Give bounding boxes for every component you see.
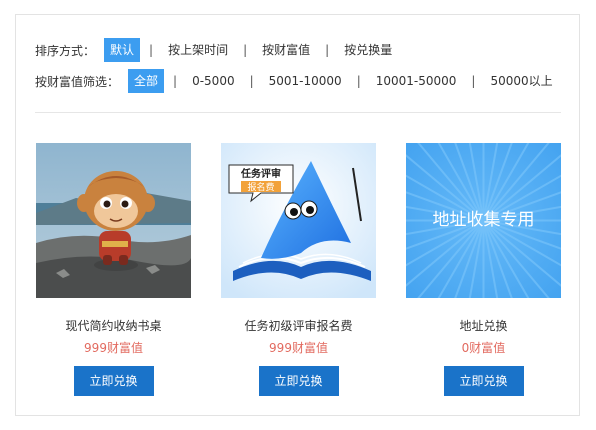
product-card: 现代简约收纳书桌 999财富值 立即兑换: [36, 143, 191, 396]
sort-option-wealth[interactable]: 按财富值: [256, 38, 316, 62]
filter-option-0-5000[interactable]: 0-5000: [186, 69, 241, 93]
separator: |: [173, 74, 178, 88]
product-name[interactable]: 地址兑换: [406, 319, 561, 333]
separator: |: [243, 43, 248, 57]
separator: |: [149, 43, 154, 57]
redeem-button[interactable]: 立即兑换: [73, 366, 154, 396]
product-name[interactable]: 任务初级评审报名费: [221, 319, 376, 333]
product-price: 999财富值: [84, 341, 143, 355]
sort-bar: 排序方式： 默认 | 按上架时间 | 按财富值 | 按兑换量: [35, 38, 398, 62]
sort-option-redeem-count[interactable]: 按兑换量: [338, 38, 398, 62]
separator: |: [356, 74, 361, 88]
product-price: 999财富值: [269, 341, 328, 355]
product-name[interactable]: 现代简约收纳书桌: [36, 319, 191, 333]
product-card: 任务评审 报名费 任务初级评审报名费 999财富值 立即兑换: [221, 143, 376, 396]
filter-option-5001-10000[interactable]: 5001-10000: [263, 69, 348, 93]
product-image-address[interactable]: 地址收集专用: [406, 143, 561, 298]
image-caption: 报名费: [247, 181, 274, 193]
sort-option-default[interactable]: 默认: [104, 38, 141, 62]
filter-option-50000-plus[interactable]: 50000以上: [484, 69, 558, 93]
exchange-panel: 排序方式： 默认 | 按上架时间 | 按财富值 | 按兑换量 按财富值筛选： 全…: [15, 14, 580, 416]
redeem-button[interactable]: 立即兑换: [258, 366, 339, 396]
separator: |: [325, 43, 330, 57]
image-caption: 地址收集专用: [433, 210, 535, 230]
wealth-filter-bar: 按财富值筛选： 全部 | 0-5000 | 5001-10000 | 10001…: [35, 69, 559, 93]
image-caption: 任务评审: [240, 167, 281, 180]
product-card: 地址收集专用 地址兑换 0财富值 立即兑换: [406, 143, 561, 396]
redeem-button[interactable]: 立即兑换: [443, 366, 524, 396]
filter-option-all[interactable]: 全部: [128, 69, 165, 93]
product-price: 0财富值: [461, 341, 506, 355]
wealth-filter-label: 按财富值筛选：: [35, 74, 120, 89]
sort-label: 排序方式：: [35, 43, 96, 58]
sort-option-shelf-time[interactable]: 按上架时间: [162, 38, 234, 62]
product-image-desk-toy[interactable]: [36, 143, 191, 298]
divider: [35, 112, 561, 113]
filter-option-10001-50000[interactable]: 10001-50000: [370, 69, 463, 93]
separator: |: [471, 74, 476, 88]
separator: |: [249, 74, 254, 88]
product-image-review-fee[interactable]: 任务评审 报名费: [221, 143, 376, 298]
